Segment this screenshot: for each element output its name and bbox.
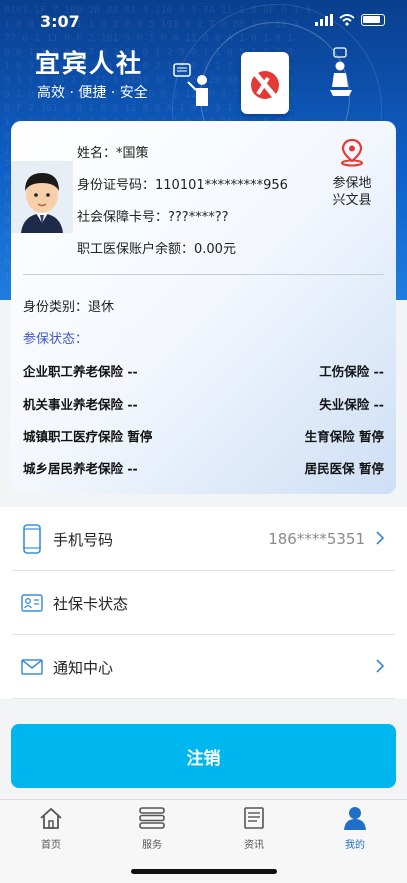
insurance-item: 城乡居民养老保险 -- — [23, 461, 138, 476]
logout-button[interactable]: 注销 — [11, 724, 396, 788]
name-text: 姓名：*国策 — [77, 146, 149, 161]
identity-type-text: 身份类别：退休 — [23, 300, 115, 315]
insurance-item: 企业职工养老保险 -- — [23, 364, 138, 379]
insurance-status-title: 参保状态： — [23, 332, 89, 347]
avatar — [11, 161, 73, 233]
status-bar: 3:07 — [0, 0, 407, 44]
card-status-label: 社保卡状态 — [53, 594, 129, 613]
card-status-row[interactable]: 社保卡状态 — [0, 571, 407, 635]
location-pin-icon — [341, 138, 363, 167]
reading-person-illustration-icon — [330, 47, 352, 96]
notification-label: 通知中心 — [53, 658, 114, 677]
insurance-item: 城镇职工医疗保险 暂停 — [23, 429, 153, 444]
home-indicator — [131, 869, 277, 874]
location-title: 参保地 — [332, 176, 372, 191]
user-icon — [344, 807, 366, 830]
card-divider — [23, 274, 384, 275]
phone-value: 186****5351 — [268, 530, 365, 548]
insurance-item: 机关事业养老保险 -- — [23, 397, 138, 412]
phone-number-row[interactable]: 手机号码 186****5351 — [0, 507, 407, 571]
logo-icon — [251, 70, 279, 100]
tab-home[interactable]: 首页 — [16, 806, 86, 851]
row-divider — [12, 698, 395, 699]
location-value: 兴文县 — [332, 193, 372, 208]
id-number-text: 身份证号码：110101*********956 — [77, 178, 288, 193]
app-slogan: 高效 · 便捷 · 安全 — [37, 85, 148, 101]
phone-icon — [21, 523, 43, 555]
settings-list: 手机号码 186****5351 社保卡状态 通知中心 — [0, 507, 407, 699]
tab-mine-label: 我的 — [345, 840, 365, 851]
news-icon — [244, 807, 264, 829]
app-title: 宜宾人社 — [35, 49, 144, 78]
insurance-item: 居民医保 暂停 — [304, 461, 384, 476]
signal-icon — [315, 14, 333, 26]
social-card-number-text: 社会保障卡号：???****?? — [77, 210, 229, 225]
status-icons — [315, 14, 385, 26]
battery-icon — [361, 14, 385, 26]
id-card-icon — [21, 587, 43, 619]
chevron-right-icon — [376, 659, 385, 673]
profile-card: 姓名：*国策 身份证号码：110101*********956 社会保障卡号：?… — [11, 121, 396, 494]
app-logo — [241, 52, 289, 114]
phone-label: 手机号码 — [53, 530, 114, 549]
insurance-item: 失业保险 -- — [319, 397, 384, 412]
medical-balance-text: 职工医保账户余额：0.00元 — [77, 242, 236, 257]
tab-mine[interactable]: 我的 — [320, 806, 390, 851]
mail-icon — [21, 651, 43, 683]
home-icon — [40, 807, 62, 829]
stack-icon — [139, 807, 165, 829]
wifi-icon — [339, 14, 355, 26]
insured-location: 参保地 兴文县 — [327, 175, 377, 209]
tab-services[interactable]: 服务 — [117, 806, 187, 851]
tab-news-label: 资讯 — [244, 840, 264, 851]
insurance-item: 工伤保险 -- — [319, 364, 384, 379]
tab-news[interactable]: 资讯 — [219, 806, 289, 851]
tab-home-label: 首页 — [41, 840, 61, 851]
status-time: 3:07 — [40, 12, 80, 31]
tab-services-label: 服务 — [142, 840, 162, 851]
chevron-right-icon — [376, 531, 385, 545]
notification-center-row[interactable]: 通知中心 — [0, 635, 407, 699]
insurance-item: 生育保险 暂停 — [304, 429, 384, 444]
people-illustration-icon — [173, 63, 208, 106]
